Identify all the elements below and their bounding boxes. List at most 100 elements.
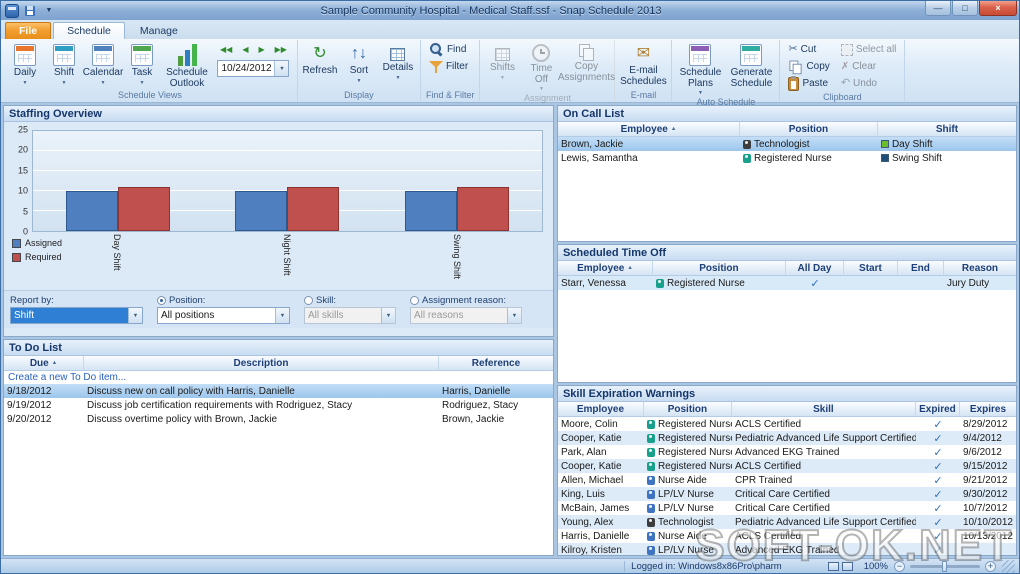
copy-button[interactable]: Copy	[783, 59, 834, 74]
chart-bar-required	[457, 187, 510, 231]
tab-manage[interactable]: Manage	[127, 23, 191, 39]
skill-warnings-title: Skill Expiration Warnings	[557, 386, 1016, 402]
clear-button[interactable]: ✗ Clear	[836, 59, 902, 74]
column-header-reason[interactable]: Reason	[944, 261, 1016, 275]
date-value: 10/24/2012	[221, 63, 272, 74]
next-date-button[interactable]: ▶	[255, 43, 267, 56]
qat-dropdown-icon[interactable]: ▼	[41, 3, 57, 18]
close-button[interactable]: ×	[979, 1, 1017, 16]
zoom-in-button[interactable]: +	[985, 560, 996, 572]
column-header-skill[interactable]: Skill	[732, 402, 916, 416]
calendar-view-button[interactable]: Calendar	[83, 41, 123, 90]
zoom-out-button[interactable]: −	[894, 560, 905, 572]
dropdown-icon[interactable]	[507, 308, 521, 323]
create-todo-link[interactable]: Create a new To Do item...	[8, 372, 126, 383]
zoom-slider-thumb[interactable]	[942, 560, 947, 572]
first-date-button[interactable]: ◀◀	[217, 43, 235, 56]
skill-warning-row[interactable]: Harris, Danielle Nurse Aide ACLS Certified…	[558, 529, 1016, 543]
skill-warning-row[interactable]: Young, Alex Technologist Pediatric Advance…	[557, 515, 1016, 529]
position-select[interactable]: All positions	[157, 307, 290, 324]
todo-row[interactable]: 9/19/2012 Discuss job certification requ…	[4, 398, 553, 412]
details-button[interactable]: Details	[379, 41, 417, 90]
daily-view-button[interactable]: Daily	[6, 41, 44, 90]
dropdown-icon[interactable]	[128, 308, 142, 323]
sort-icon: ↑↓	[350, 45, 367, 62]
task-view-button[interactable]: Task	[123, 41, 161, 90]
zoom-slider[interactable]	[910, 560, 980, 572]
resize-grip[interactable]	[1002, 559, 1015, 573]
column-header-position[interactable]: Position	[653, 261, 786, 275]
skill-warning-row[interactable]: McBain, James LP/LV Nurse Critical Care Ce…	[558, 501, 1016, 515]
save-button[interactable]	[22, 3, 38, 18]
minimize-button[interactable]: —	[925, 1, 951, 16]
generate-schedule-button[interactable]: Generate Schedule	[726, 41, 776, 97]
select-all-button[interactable]: Select all	[836, 42, 902, 57]
column-header-reference[interactable]: Reference	[439, 356, 553, 370]
schedule-plans-button[interactable]: Schedule Plans	[675, 41, 725, 97]
y-tick-label: 25	[17, 124, 28, 135]
email-schedules-button[interactable]: ✉ E-mail Schedules	[618, 41, 668, 90]
view-toggle-icon[interactable]	[827, 561, 839, 571]
time-off-button[interactable]: Time Off	[522, 41, 560, 93]
column-header-expires[interactable]: Expires	[960, 402, 1016, 416]
undo-button[interactable]: ↶ Undo	[836, 76, 902, 91]
date-picker[interactable]: 10/24/2012	[217, 60, 290, 77]
copy-assignments-button[interactable]: Copy Assignments	[558, 41, 615, 93]
paste-button[interactable]: Paste	[783, 75, 834, 91]
column-header-description[interactable]: Description	[84, 356, 439, 370]
skill-warning-row[interactable]: Cooper, Katie Registered Nurse ACLS Certif…	[557, 459, 1016, 473]
ribbon-group-schedule-views: Daily Shift Calendar Task Schedule Outlo…	[3, 40, 298, 101]
expired-check-icon: ✓	[933, 446, 943, 459]
column-header-employee[interactable]: Employee	[558, 261, 653, 275]
column-header-expired[interactable]: Expired	[916, 402, 960, 416]
skill-warning-row[interactable]: King, Luis LP/LV Nurse Critical Care Certi…	[557, 487, 1016, 501]
skill-warning-row[interactable]: Moore, Colin Registered Nurse ACLS Certifi…	[558, 417, 1016, 431]
skill-radio[interactable]	[304, 295, 313, 305]
app-icon[interactable]	[5, 3, 19, 18]
expired-check-icon: ✓	[933, 418, 943, 431]
assignment-reason-select[interactable]: All reasons	[410, 307, 522, 324]
column-header-position[interactable]: Position	[740, 122, 878, 136]
sort-button[interactable]: ↑↓ Sort	[340, 41, 378, 90]
skill-select[interactable]: All skills	[304, 307, 396, 324]
schedule-outlook-button[interactable]: Schedule Outlook	[162, 41, 212, 90]
column-header-position[interactable]: Position	[644, 402, 732, 416]
assignment-reason-radio[interactable]	[410, 295, 419, 305]
todo-row[interactable]: 9/20/2012 Discuss overtime policy with B…	[4, 412, 553, 426]
column-header-employee[interactable]: Employee	[558, 122, 740, 136]
column-header-start[interactable]: Start	[844, 261, 898, 275]
last-date-button[interactable]: ▶▶	[272, 43, 290, 56]
column-header-employee[interactable]: Employee	[558, 402, 644, 416]
view-toggle-icon[interactable]	[841, 561, 853, 571]
position-icon	[646, 545, 655, 555]
column-header-all-day[interactable]: All Day	[786, 261, 844, 275]
position-radio[interactable]	[157, 295, 166, 305]
assignment-reason-label: Assignment reason:	[422, 294, 506, 306]
report-by-select[interactable]: Shift	[10, 307, 143, 324]
on-call-row[interactable]: Brown, Jackie Technologist Day Shift	[557, 137, 1016, 151]
filter-button[interactable]: Filter	[424, 59, 473, 74]
shifts-button[interactable]: Shifts	[483, 41, 521, 93]
skill-warning-row[interactable]: Allen, Michael Nurse Aide CPR Trained ✓ 9/21…	[558, 473, 1016, 487]
column-header-end[interactable]: End	[898, 261, 944, 275]
find-button[interactable]: Find	[424, 42, 473, 57]
on-call-row[interactable]: Lewis, Samantha Registered Nurse Swing S…	[558, 151, 1016, 165]
tab-file[interactable]: File	[5, 22, 52, 39]
skill-warning-row[interactable]: Cooper, Katie Registered Nurse Pediatric A…	[557, 431, 1016, 445]
maximize-button[interactable]: □	[952, 1, 978, 16]
cut-button[interactable]: ✂ Cut	[783, 42, 834, 57]
column-header-due[interactable]: Due	[4, 356, 84, 370]
previous-date-button[interactable]: ◀	[239, 43, 251, 56]
refresh-button[interactable]: ↻ Refresh	[301, 41, 339, 90]
time-off-row[interactable]: Starr, Venessa Registered Nurse ✓ Jury D…	[557, 276, 1016, 290]
skill-warning-row[interactable]: Park, Alan Registered Nurse Advanced EKG T…	[558, 445, 1016, 459]
date-dropdown-icon[interactable]	[274, 61, 289, 76]
dropdown-icon[interactable]	[275, 308, 289, 323]
todo-row[interactable]: 9/18/2012 Discuss new on call policy wit…	[4, 384, 553, 398]
skill-warning-row[interactable]: Kilroy, Kristen LP/LV Nurse Advanced EKG T…	[557, 543, 1016, 555]
expired-check-icon: ✓	[933, 474, 943, 487]
column-header-shift[interactable]: Shift	[878, 122, 1016, 136]
shift-view-button[interactable]: Shift	[45, 41, 83, 90]
dropdown-icon[interactable]	[381, 308, 395, 323]
tab-schedule[interactable]: Schedule	[53, 22, 125, 39]
